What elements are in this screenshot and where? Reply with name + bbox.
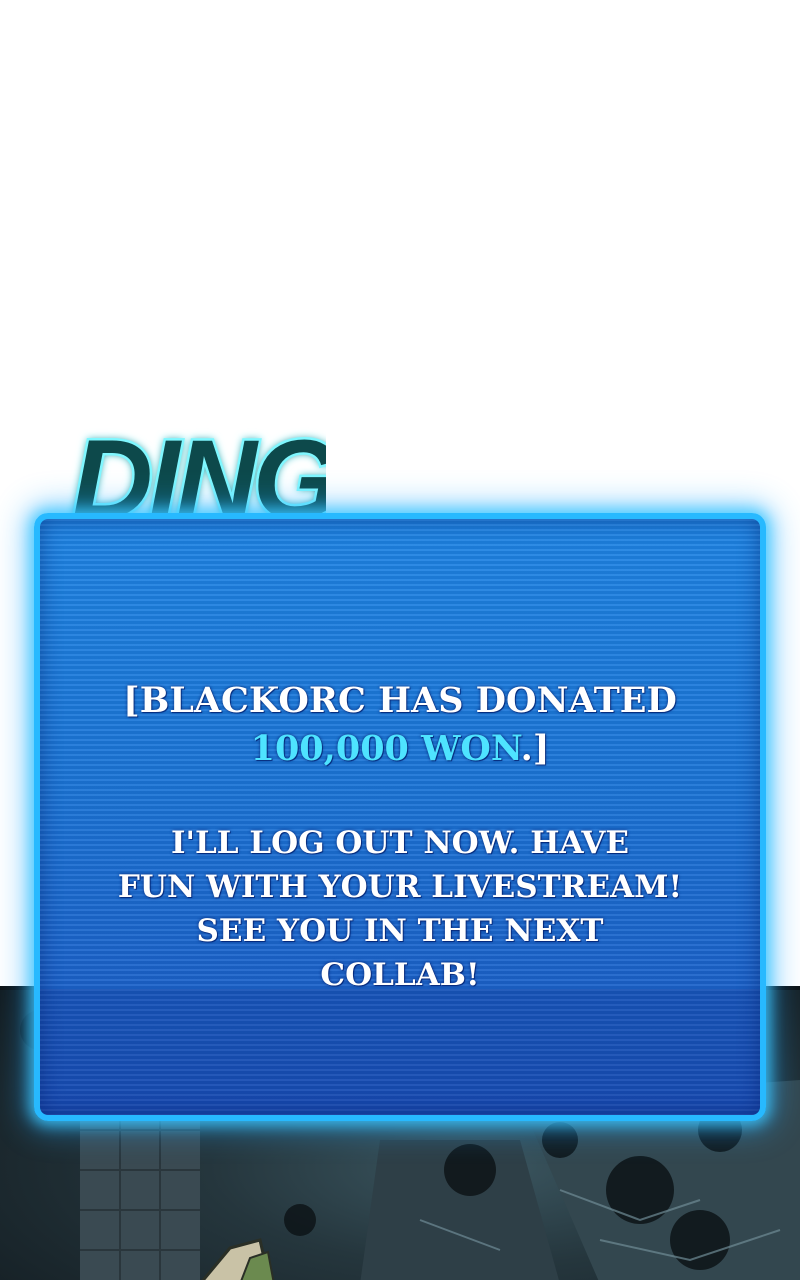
panel-shade <box>40 989 760 1115</box>
donation-line-1: [BLACKORC HAS DONATED <box>123 680 677 721</box>
donation-headline: [BLACKORC HAS DONATED 100,000 WON.] <box>40 677 760 773</box>
message-line: SEE YOU IN THE NEXT <box>196 913 604 949</box>
message-line: FUN WITH YOUR LIVESTREAM! <box>117 869 683 905</box>
donation-amount: 100,000 WON <box>250 728 521 769</box>
message-line: I'LL LOG OUT NOW. HAVE <box>170 825 630 861</box>
donation-message: I'LL LOG OUT NOW. HAVE FUN WITH YOUR LIV… <box>40 821 760 997</box>
donation-notification: [BLACKORC HAS DONATED 100,000 WON.] I'LL… <box>34 513 766 1121</box>
donation-line-2-suffix: .] <box>520 728 550 769</box>
message-line: COLLAB! <box>320 957 480 993</box>
comic-panel: DING [BLACKORC HAS DONATED 100,000 WON.]… <box>0 0 800 1280</box>
